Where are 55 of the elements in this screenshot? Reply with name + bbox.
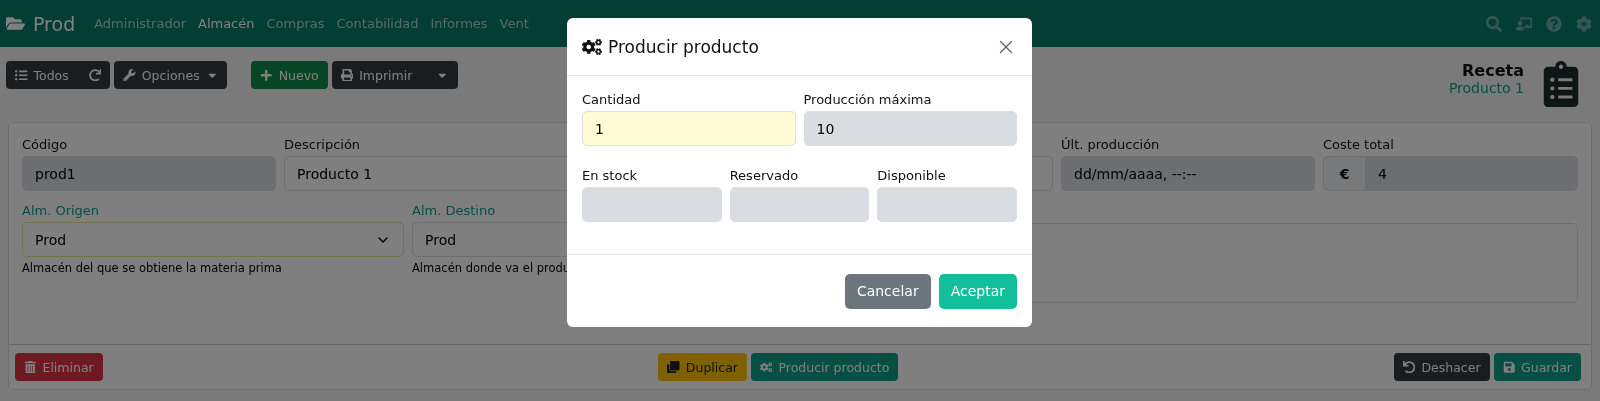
gears-icon [582,36,602,57]
undo-button[interactable]: Deshacer [1393,353,1490,381]
wrench-icon [123,68,136,82]
input-field[interactable]: prod1 [22,156,276,191]
cancel-button[interactable]: Cancelar [844,273,931,309]
menu-item[interactable]: Informes [429,16,489,31]
menu-item[interactable]: Compras [265,16,326,31]
input-field[interactable]: 1 [582,111,796,146]
field-label: Producción máxima [803,92,933,107]
cost-field[interactable]: € 4 [1323,156,1578,191]
field-label: Coste total [1323,137,1395,152]
accept-button[interactable]: Aceptar [938,273,1017,309]
field-label: Disponible [877,168,947,183]
refresh-icon [88,68,102,82]
save-button[interactable]: Guardar [1493,353,1581,381]
floppy-icon [1502,360,1516,374]
input-field[interactable] [582,187,722,222]
menu-item[interactable]: Vent [498,16,530,31]
plus-icon [260,68,273,82]
input-field[interactable] [729,187,870,222]
field-label: Reservado [729,168,800,183]
duplicate-button[interactable]: Duplicar [658,353,747,381]
brand-link[interactable]: Prod [6,12,76,35]
undo-icon [1402,360,1416,374]
input-field[interactable] [877,187,1017,222]
trash-icon [24,360,37,374]
input-field[interactable]: 10 [803,111,1017,146]
field-label: Alm. Origen [22,203,101,218]
field-label: En stock [582,168,639,183]
field-label: Últ. producción [1061,137,1161,152]
print-button[interactable]: Imprimir [331,61,458,89]
produce-button[interactable]: Producir producto [750,353,899,381]
new-button[interactable]: Nuevo [251,61,328,89]
dialog-title: Producir producto [608,36,759,57]
page-title: Receta [1461,61,1524,80]
menu-item[interactable]: Administrador [93,16,187,31]
field-label: Cantidad [582,92,642,107]
folder-icon [6,14,25,33]
help-text: Almacén del que se obtiene la materia prima [22,261,283,275]
page-subtitle: Producto 1 [1448,80,1524,96]
copy-icon [667,360,680,374]
field-label: Descripción [284,137,362,152]
gears-icon [759,360,773,374]
menu-item[interactable]: Contabilidad [335,16,420,31]
input-field[interactable]: dd/mm/aaaa, --:-- [1061,156,1315,191]
list-icon [15,68,28,82]
list-button[interactable]: Todos [6,61,111,89]
field-label: Código [22,137,69,152]
select-field[interactable]: Prod [22,222,404,257]
menu-item[interactable]: Almacén [197,16,256,31]
field-label: Alm. Destino [412,203,497,218]
options-button[interactable]: Opciones [114,61,228,89]
printer-icon [340,68,354,82]
delete-button[interactable]: Eliminar [15,353,103,381]
currency-prefix: € [1324,157,1366,190]
